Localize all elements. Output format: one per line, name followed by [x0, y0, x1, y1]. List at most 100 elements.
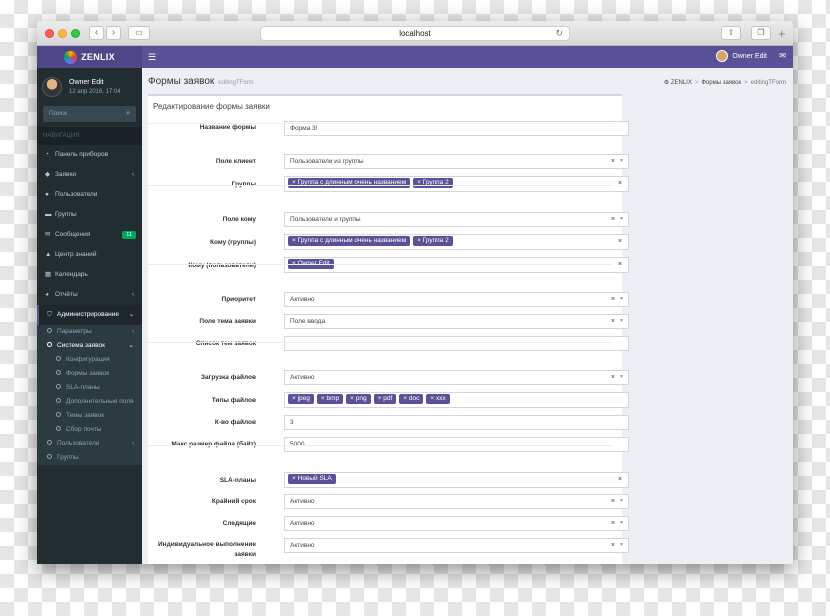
clear-icon[interactable]: ×	[611, 539, 615, 552]
to-field-select[interactable]: Пользователи и группы × ▼	[284, 212, 629, 227]
watchers-select[interactable]: Активно × ▼	[284, 516, 629, 531]
envelope-icon: ✉	[45, 231, 51, 238]
client-field-label: Поле клиент	[215, 158, 256, 165]
address-bar[interactable]: localhost ↻	[260, 26, 570, 41]
sidebar: Owner Edit 12 апр 2016, 17:04 Поиск ⌕ НА…	[37, 68, 142, 564]
sidebar-item-config[interactable]: Конфигурация	[37, 353, 142, 367]
sidebar-item-label: Панель приборов	[55, 151, 109, 158]
clear-icon[interactable]: ×	[611, 371, 615, 384]
close-window-button[interactable]	[45, 29, 54, 38]
back-icon[interactable]: ‹	[89, 26, 104, 40]
file-type-tag[interactable]: × xxx	[426, 394, 450, 405]
individual-select[interactable]: Активно × ▼	[284, 538, 629, 553]
sidebar-item-label: Сбор почты	[66, 426, 102, 433]
brand-name: ZENLIX	[81, 52, 115, 62]
clear-icon[interactable]: ×	[611, 495, 615, 508]
browser-window: ‹ › ▭ localhost ↻ ⇧ ❐ ZENLIX ☰ Owner Edi…	[37, 21, 793, 564]
sidebar-toggle-icon[interactable]: ▭	[128, 26, 150, 40]
sidebar-item-sla[interactable]: SLA-планы	[37, 381, 142, 395]
clear-icon[interactable]: ×	[618, 177, 622, 191]
file-type-tag[interactable]: × bmp	[316, 394, 344, 405]
to-users-multiselect[interactable]: × Owner Edit×	[284, 257, 629, 273]
messages-count-badge: 11	[122, 231, 136, 239]
subject-field-value: Поле ввода	[290, 318, 326, 325]
group-tag[interactable]: × Группа с длинным очень названием	[288, 178, 411, 189]
clear-icon[interactable]: ×	[611, 315, 615, 328]
subjects-list-input[interactable]	[284, 336, 629, 351]
clear-icon[interactable]: ×	[611, 213, 615, 226]
priority-label: Приоритет	[221, 296, 256, 303]
breadcrumb-forms[interactable]: Формы заявок	[701, 80, 741, 86]
individual-label-line2: заявки	[234, 551, 256, 558]
sidebar-user-panel: Owner Edit 12 апр 2016, 17:04	[37, 68, 142, 106]
url-text: localhost	[399, 29, 431, 38]
client-field-select[interactable]: Пользователи из группы × ▼	[284, 154, 629, 169]
priority-select[interactable]: Активно × ▼	[284, 292, 629, 307]
sidebar-item-admin-groups[interactable]: Группы	[37, 451, 142, 465]
subject-field-select[interactable]: Поле ввода × ▼	[284, 314, 629, 329]
avatar	[716, 50, 729, 62]
zoom-window-button[interactable]	[71, 29, 80, 38]
clear-icon[interactable]: ×	[618, 473, 622, 487]
circle-icon	[56, 383, 61, 389]
file-type-tag[interactable]: × doc	[399, 394, 424, 405]
search-icon[interactable]: ⌕	[126, 106, 130, 122]
shield-icon: ⛉	[47, 311, 52, 318]
circle-icon	[56, 425, 61, 431]
sidebar-item-label: Пользователи	[55, 191, 98, 198]
file-type-tag[interactable]: × pdf	[373, 394, 397, 405]
deadline-select[interactable]: Активно × ▼	[284, 494, 629, 509]
clear-icon[interactable]: ×	[618, 258, 622, 272]
user-menu-name: Owner Edit	[732, 52, 767, 60]
group-tag[interactable]: × Группа 2	[413, 236, 453, 247]
sidebar-item-label: Заявки	[55, 171, 76, 178]
box-title: Редактирование формы заявки	[153, 102, 270, 111]
sidebar-item-label: Сообщения	[55, 231, 91, 238]
brand[interactable]: ZENLIX	[37, 46, 142, 68]
reload-icon[interactable]: ↻	[555, 27, 563, 40]
group-tag[interactable]: × Группа с длинным очень названием	[288, 236, 411, 247]
file-types-multiselect[interactable]: × jpeg × bmp × png × pdf × doc × xxx	[284, 392, 629, 408]
group-tag[interactable]: × Группа 2	[413, 178, 453, 189]
sla-tag[interactable]: × Новый SLA	[288, 474, 336, 485]
priority-value: Активно	[290, 296, 315, 303]
minimize-window-button[interactable]	[58, 29, 67, 38]
clear-icon[interactable]: ×	[611, 517, 615, 530]
file-type-tag[interactable]: × png	[346, 394, 371, 405]
sidebar-item-label: Группы	[55, 211, 77, 218]
groups-multiselect[interactable]: × Группа с длинным очень названием × Груп…	[284, 176, 629, 192]
sidebar-item-label: Темы заявок	[66, 412, 105, 419]
graduation-icon: ▲	[45, 251, 52, 258]
caret-down-icon: ▼	[619, 318, 624, 324]
user-menu[interactable]: Owner Edit	[716, 50, 767, 62]
circle-icon	[56, 369, 61, 375]
sidebar-item-label: Конфигурация	[66, 356, 110, 363]
clear-icon[interactable]: ×	[611, 155, 615, 168]
upload-select[interactable]: Активно × ▼	[284, 370, 629, 385]
pie-chart-icon: ◕	[45, 291, 49, 298]
to-groups-multiselect[interactable]: × Группа с длинным очень названием × Груп…	[284, 234, 629, 250]
sidebar-item-label: Пользователи	[57, 440, 100, 447]
sla-multiselect[interactable]: × Новый SLA ×	[284, 472, 629, 488]
clear-icon[interactable]: ×	[618, 235, 622, 249]
watchers-value: Активно	[290, 520, 315, 527]
share-icon[interactable]: ⇧	[721, 26, 741, 40]
sidebar-item-users[interactable]: ● Пользователи	[37, 185, 142, 205]
clear-icon[interactable]: ×	[611, 293, 615, 306]
new-tab-icon[interactable]: +	[778, 26, 786, 41]
search-input[interactable]: Поиск ⌕	[43, 106, 136, 122]
browser-titlebar: ‹ › ▭ localhost ↻ ⇧ ❐	[37, 21, 793, 46]
tabs-icon[interactable]: ❐	[751, 26, 771, 40]
sidebar-item-label: Группы	[57, 454, 79, 461]
upload-value: Активно	[290, 374, 315, 381]
sidebar-item-params[interactable]: Параметры ‹	[37, 325, 142, 339]
tag-icon: ◆	[45, 171, 50, 178]
files-count-input[interactable]: 3	[284, 415, 629, 430]
chat-icon[interactable]: ✉	[779, 51, 786, 60]
menu-toggle-icon[interactable]: ☰	[148, 52, 156, 63]
forward-icon[interactable]: ›	[106, 26, 121, 40]
breadcrumb-home[interactable]: ZENLIX	[671, 80, 692, 86]
users-icon: ●	[45, 191, 49, 198]
app-header: ZENLIX ☰ Owner Edit ✉	[37, 46, 793, 68]
file-type-tag[interactable]: × jpeg	[288, 394, 314, 405]
